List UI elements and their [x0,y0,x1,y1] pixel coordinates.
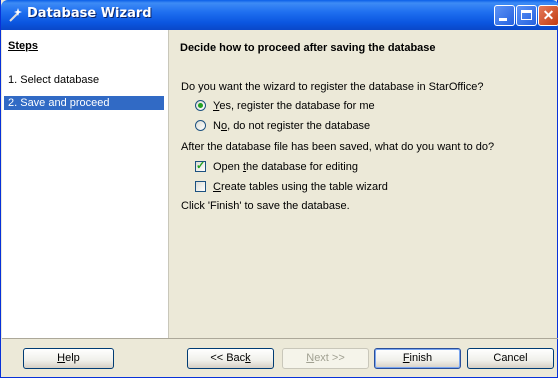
maximize-button[interactable] [516,5,537,26]
steps-header: Steps [8,40,38,52]
register-no-label[interactable]: No, do not register the database [213,119,370,133]
create-tables-checkbox[interactable] [195,181,206,192]
content-pane: Decide how to proceed after saving the d… [169,30,557,338]
open-for-editing-checkbox[interactable]: ✓ [195,160,206,172]
cancel-button[interactable]: Cancel [467,348,554,369]
minimize-icon [499,18,507,21]
steps-pane: Steps 1. Select database 2. Save and pro… [2,30,169,338]
finish-button[interactable]: Finish [374,348,461,369]
next-button[interactable]: Next >> [282,348,369,369]
open-for-editing-label[interactable]: Open the database for editing [213,160,358,174]
database-wizard-window: Database Wizard ✕ Steps 1. Select databa… [0,0,558,378]
checkmark-icon: ✓ [196,160,206,172]
page-title: Decide how to proceed after saving the d… [180,42,436,54]
close-button[interactable]: ✕ [538,5,558,26]
step-save-and-proceed[interactable]: 2. Save and proceed [4,96,164,110]
button-separator [2,338,558,339]
back-button[interactable]: << Back [187,348,274,369]
register-question: Do you want the wizard to register the d… [181,81,484,93]
title-bar[interactable]: Database Wizard ✕ [1,0,558,30]
window-title: Database Wizard [27,6,152,21]
finish-note: Click 'Finish' to save the database. [181,200,350,212]
maximize-icon [521,10,532,20]
create-tables-label[interactable]: Create tables using the table wizard [213,180,388,194]
wizard-wand-icon [9,8,22,22]
help-button[interactable]: Help [23,348,114,369]
minimize-button[interactable] [494,5,515,26]
register-no-radio[interactable] [195,120,206,131]
register-yes-radio[interactable] [195,100,206,111]
step-select-database[interactable]: 1. Select database [4,73,164,87]
after-save-question: After the database file has been saved, … [181,141,495,153]
register-yes-label[interactable]: Yes, register the database for me [213,99,375,113]
radio-selected-dot [198,103,203,108]
close-icon: ✕ [542,7,555,23]
